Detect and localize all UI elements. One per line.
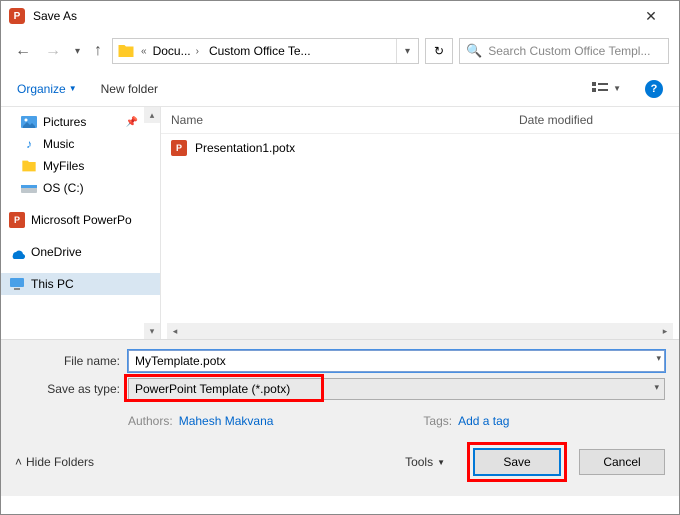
scroll-up-icon[interactable]: ▴ [144,107,160,123]
powerpoint-file-icon: P [171,140,187,156]
tags-field[interactable]: Tags:Add a tag [423,414,509,428]
filename-input[interactable] [128,350,665,372]
tree-item-pictures[interactable]: Pictures 📌 [1,111,160,133]
filename-label: File name: [15,354,120,368]
view-options[interactable]: ▼ [592,82,621,96]
tree-item-myfiles[interactable]: MyFiles [1,155,160,177]
search-input[interactable]: 🔍 Search Custom Office Templ... [459,38,669,64]
file-name: Presentation1.potx [195,141,295,155]
chevron-up-icon: ˄ [15,455,22,469]
tools-menu[interactable]: Tools ▼ [405,455,445,469]
powerpoint-icon: P [9,212,25,228]
scroll-down-icon[interactable]: ▾ [144,323,160,339]
file-row[interactable]: P Presentation1.potx [161,134,679,162]
horizontal-scrollbar[interactable]: ◂ ▸ [167,323,673,339]
chevron-down-icon[interactable]: ▾ [654,382,659,393]
music-icon: ♪ [21,136,37,152]
drive-icon [21,180,37,196]
window-title: Save As [33,9,631,23]
tree-item-ms-powerpoint[interactable]: P Microsoft PowerPo [1,209,160,231]
refresh-button[interactable]: ↻ [425,38,453,64]
pictures-icon [21,114,37,130]
filename-dropdown-icon[interactable]: ▾ [656,353,661,364]
onedrive-icon [9,244,25,260]
new-folder-button[interactable]: New folder [101,82,158,96]
tree-item-os-c[interactable]: OS (C:) [1,177,160,199]
navigation-tree[interactable]: ▴ Pictures 📌 ♪ Music MyFiles OS (C:) P [1,107,161,339]
search-icon: 🔍 [466,43,482,59]
tree-item-this-pc[interactable]: This PC [1,273,160,295]
save-button[interactable]: Save [474,449,560,475]
breadcrumb-segment[interactable]: Custom Office Te... [205,44,315,58]
save-as-type-dropdown[interactable]: PowerPoint Template (*.potx) [128,378,665,400]
cancel-button[interactable]: Cancel [579,449,665,475]
savetype-label: Save as type: [15,382,120,396]
highlight-annotation: Save [467,442,567,482]
organize-menu[interactable]: Organize ▼ [17,82,77,96]
breadcrumb-segment[interactable]: Docu...› [149,44,205,58]
tree-item-onedrive[interactable]: OneDrive [1,241,160,263]
up-button[interactable]: ↑ [90,38,106,64]
help-button[interactable]: ? [645,80,663,98]
close-button[interactable]: ✕ [631,8,671,25]
this-pc-icon [9,276,25,292]
scroll-right-icon[interactable]: ▸ [657,326,673,337]
powerpoint-app-icon: P [9,8,25,24]
chevron-right-icon[interactable]: « [139,46,149,57]
address-bar[interactable]: « Docu...› Custom Office Te... ▾ [112,38,419,64]
back-button[interactable]: ← [11,38,35,64]
search-placeholder: Search Custom Office Templ... [488,44,650,58]
folder-icon [21,158,37,174]
tree-item-music[interactable]: ♪ Music [1,133,160,155]
column-name[interactable]: Name [171,113,519,127]
file-list[interactable]: Name Date modified P Presentation1.potx … [161,107,679,339]
list-header[interactable]: Name Date modified [161,107,679,134]
authors-field[interactable]: Authors:Mahesh Makvana [128,414,273,428]
address-dropdown[interactable]: ▾ [396,39,418,63]
scroll-left-icon[interactable]: ◂ [167,326,183,337]
folder-icon [117,42,135,60]
recent-locations-dropdown[interactable]: ▾ [71,42,84,61]
forward-button[interactable]: → [41,38,65,64]
hide-folders-button[interactable]: ˄ Hide Folders [15,455,94,469]
column-date-modified[interactable]: Date modified [519,113,669,127]
